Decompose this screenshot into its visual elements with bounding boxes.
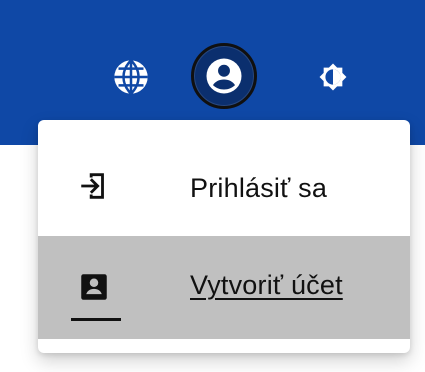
- menu-item-login[interactable]: Prihlásiť sa: [38, 137, 410, 236]
- language-button[interactable]: [106, 52, 156, 102]
- account-circle-icon: [206, 58, 242, 94]
- menu-item-login-label: Prihlásiť sa: [190, 173, 328, 203]
- globe-icon: [114, 59, 148, 95]
- theme-toggle-button[interactable]: [308, 52, 358, 102]
- account-button[interactable]: [191, 43, 257, 109]
- contact-card-icon: [74, 267, 114, 307]
- brightness-icon: [319, 63, 347, 91]
- menu-item-create-account[interactable]: Vytvoriť účet: [38, 236, 410, 339]
- menu-item-create-account-label: Vytvoriť účet: [190, 270, 343, 300]
- account-menu: Prihlásiť sa Vytvoriť účet: [38, 120, 410, 353]
- icon-underline: [71, 318, 121, 321]
- login-icon: [74, 166, 114, 206]
